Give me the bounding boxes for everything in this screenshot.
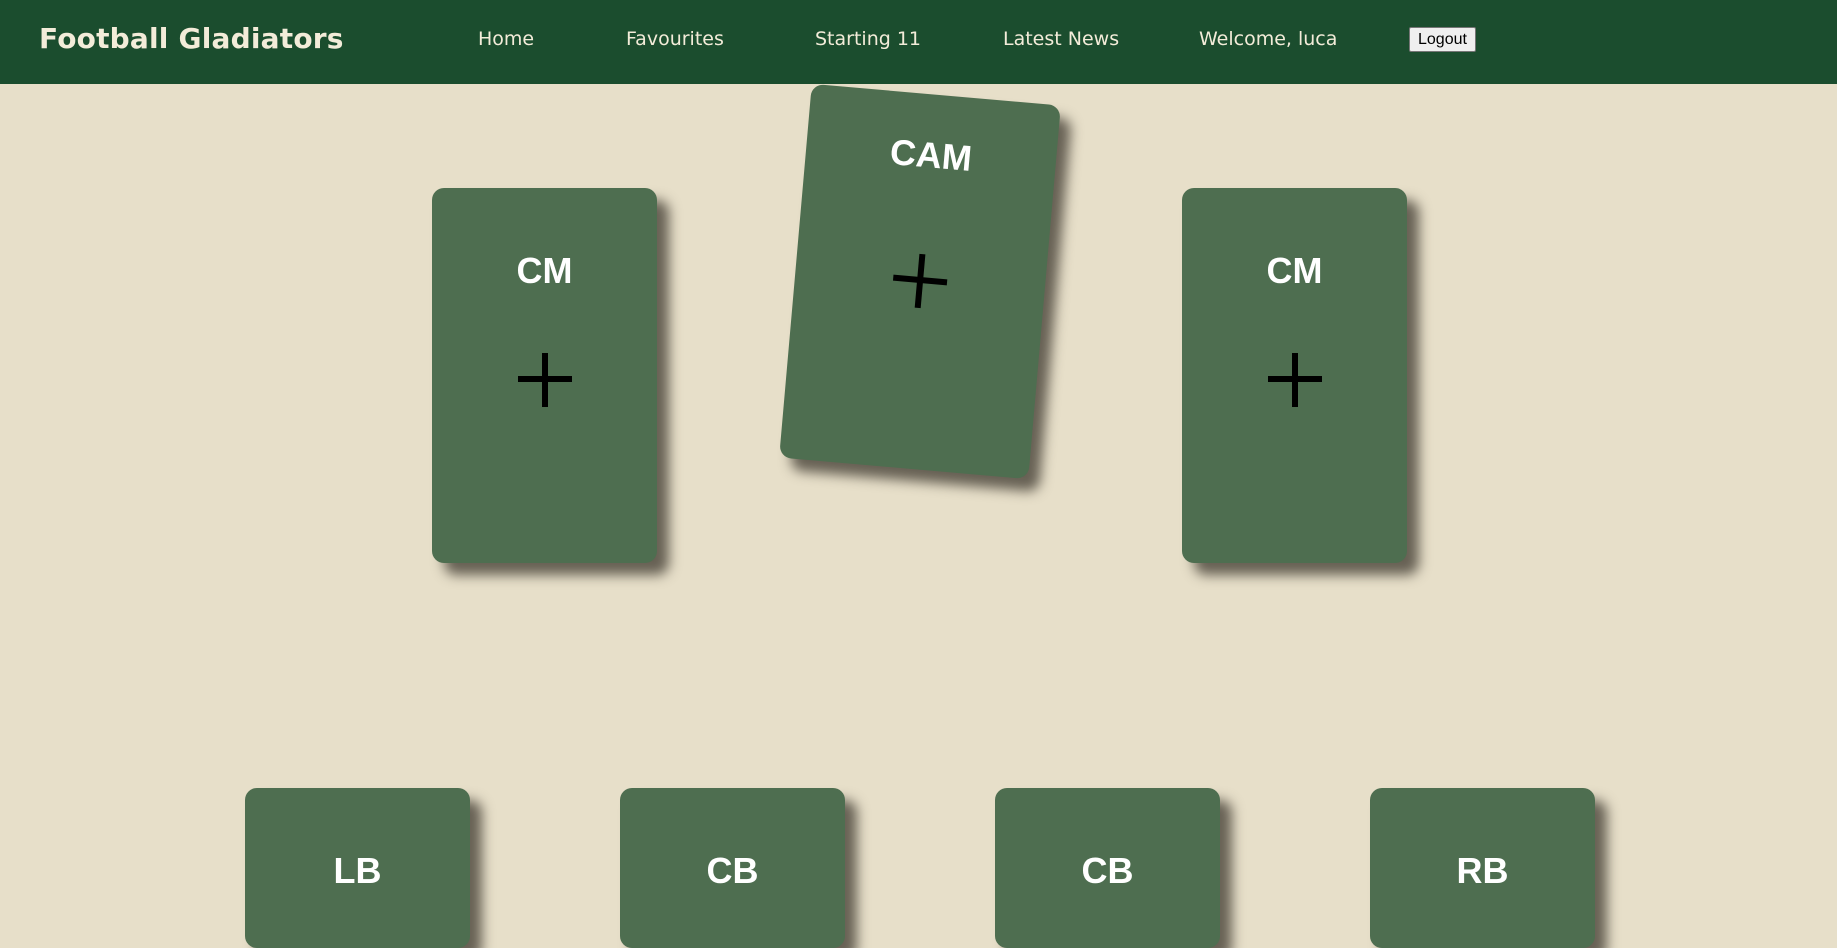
position-card-cb-right[interactable]: CB: [995, 788, 1220, 948]
position-card-lb[interactable]: LB: [245, 788, 470, 948]
position-label: CM: [516, 250, 573, 291]
plus-icon[interactable]: [891, 252, 950, 311]
formation-field: CM CAM CM LB CB CB RB: [0, 83, 1837, 948]
nav-starting11-link[interactable]: Starting 11: [815, 28, 921, 50]
position-card-cam[interactable]: CAM: [779, 83, 1061, 480]
plus-icon[interactable]: [517, 353, 572, 407]
brand-title[interactable]: Football Gladiators: [39, 22, 344, 55]
position-label: LB: [333, 850, 382, 891]
position-label: CM: [1266, 250, 1323, 291]
position-label: RB: [1456, 850, 1509, 891]
nav-home-link[interactable]: Home: [478, 28, 534, 50]
position-card-rb[interactable]: RB: [1370, 788, 1595, 948]
navbar: Football Gladiators Home Favourites Star…: [0, 0, 1837, 84]
position-card-cm-left[interactable]: CM: [432, 188, 657, 563]
nav-latest-news-link[interactable]: Latest News: [1003, 28, 1119, 50]
position-label: CAM: [888, 130, 974, 179]
nav-favourites-link[interactable]: Favourites: [626, 28, 724, 50]
plus-icon[interactable]: [1267, 353, 1322, 407]
position-card-cb-left[interactable]: CB: [620, 788, 845, 948]
position-card-cm-right[interactable]: CM: [1182, 188, 1407, 563]
position-label: CB: [1081, 850, 1134, 891]
logout-button[interactable]: Logout: [1409, 27, 1476, 52]
welcome-text: Welcome, luca: [1199, 28, 1338, 50]
position-label: CB: [706, 850, 759, 891]
